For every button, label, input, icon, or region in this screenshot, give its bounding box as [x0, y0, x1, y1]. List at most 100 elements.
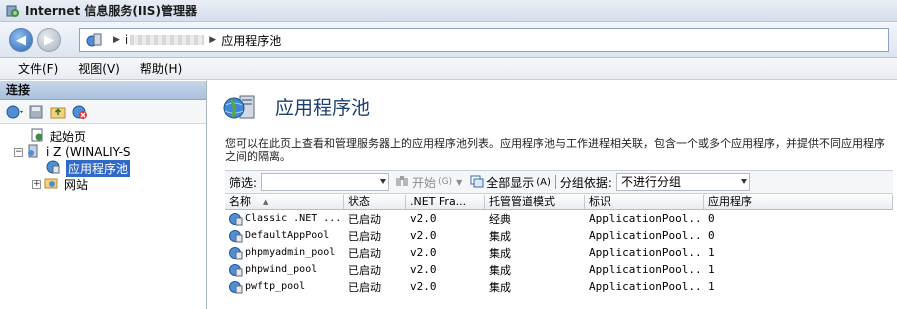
table-row[interactable]: phpmyadmin_pool 已启动 v2.0 集成 ApplicationPool.… — [225, 244, 893, 261]
app-pools-large-icon — [222, 92, 262, 122]
app-pool-icon — [229, 229, 243, 243]
tree-label: 起始页 — [50, 129, 87, 144]
cell-identity: ApplicationPool... — [589, 246, 704, 259]
cell-name: phpmyadmin_pool — [225, 245, 344, 260]
app-pool-icon — [229, 263, 243, 277]
title-bar: Internet 信息服务(IIS)管理器 — [0, 0, 897, 22]
app-pool-icon — [229, 246, 243, 260]
sites-folder-icon — [44, 176, 60, 192]
table-row[interactable]: Classic .NET ... 已启动 v2.0 经典 ApplicationPool… — [225, 210, 893, 227]
cell-pipeline-mode: 集成 — [489, 280, 511, 294]
cell-identity: ApplicationPool... — [589, 280, 704, 293]
show-all-button[interactable]: 全部显示 (A) — [470, 174, 551, 191]
breadcrumb-chevron-icon[interactable]: ▶ — [209, 35, 216, 45]
cell-state: 已启动 — [348, 229, 381, 243]
menu-file[interactable]: 文件(F) — [8, 60, 68, 77]
save-icon[interactable] — [28, 104, 44, 120]
breadcrumb-server[interactable]: i — [125, 33, 128, 47]
cell-identity: ApplicationPool... — [589, 229, 704, 242]
app-pools-table: 名称 ▲ 状态 .NET Fra... 托管管道模式 标识 应用程序 Class… — [225, 195, 893, 295]
cell-applications: 1 — [708, 263, 715, 276]
column-header-applications[interactable]: 应用程序 — [704, 195, 893, 209]
connect-globe-icon[interactable] — [6, 104, 23, 120]
cell-pipeline-mode: 经典 — [489, 212, 511, 226]
filter-bar: 筛选: 开始 (G) ▼ 全部显示 (A) 分组依据: 不进行分组 — [225, 170, 893, 194]
show-all-hotkey: (A) — [536, 176, 551, 188]
tree-node-sites[interactable]: + 网站 — [32, 176, 88, 192]
column-header-name[interactable]: 名称 ▲ — [225, 195, 344, 209]
start-label: 开始 — [412, 175, 437, 190]
cell-pipeline-mode: 集成 — [489, 263, 511, 277]
back-arrow-icon: ◀ — [16, 32, 26, 48]
tree-label: i Z (WINALIY-S — [46, 145, 131, 159]
disconnect-icon[interactable] — [72, 104, 88, 120]
cell-name: Classic .NET ... — [225, 211, 344, 226]
dropdown-arrow-icon[interactable] — [380, 179, 387, 184]
menu-help[interactable]: 帮助(H) — [130, 60, 192, 77]
cell-identity: ApplicationPool... — [589, 263, 704, 276]
page-title: 应用程序池 — [275, 97, 371, 119]
forward-button[interactable]: ▶ — [37, 28, 61, 52]
menu-view[interactable]: 视图(V) — [68, 60, 130, 77]
column-header-identity[interactable]: 标识 — [585, 195, 704, 209]
cell-state: 已启动 — [348, 212, 381, 226]
cell-net-framework: v2.0 — [410, 212, 437, 225]
dropdown-arrow-icon[interactable] — [740, 179, 747, 184]
back-button[interactable]: ◀ — [9, 28, 33, 52]
redacted-hostname — [130, 35, 205, 45]
breadcrumb-chevron-icon[interactable]: ▶ — [113, 35, 120, 45]
app-pool-icon — [229, 212, 243, 226]
table-row[interactable]: phpwind_pool 已启动 v2.0 集成 ApplicationPool... 1 — [225, 261, 893, 278]
server-globe-icon — [86, 32, 102, 48]
main-content: 应用程序池 您可以在此页上查看和管理服务器上的应用程序池列表。应用程序池与工作进… — [208, 81, 897, 309]
tree-node-app-pools[interactable]: 应用程序池 — [46, 159, 131, 177]
server-icon — [26, 144, 42, 160]
show-all-label: 全部显示 — [486, 175, 535, 190]
tree-label: 网站 — [64, 177, 89, 192]
app-pools-icon — [46, 160, 62, 176]
table-body: Classic .NET ... 已启动 v2.0 经典 ApplicationPool… — [225, 210, 893, 295]
cell-name: DefaultAppPool — [225, 228, 344, 243]
tree-node-server[interactable]: − i Z (WINALIY-S — [14, 144, 131, 160]
up-folder-icon[interactable] — [50, 104, 66, 120]
breadcrumb-current[interactable]: 应用程序池 — [221, 32, 281, 49]
group-by-select[interactable]: 不进行分组 — [615, 173, 750, 191]
start-page-icon — [30, 128, 46, 144]
column-header-pipeline-mode[interactable]: 托管管道模式 — [485, 195, 585, 209]
iis-manager-icon — [6, 4, 20, 18]
cell-name: phpwind_pool — [225, 262, 344, 277]
collapse-icon[interactable]: − — [14, 147, 23, 157]
expand-icon[interactable]: + — [32, 179, 41, 189]
page-description: 您可以在此页上查看和管理服务器上的应用程序池列表。应用程序池与工作进程相关联，包… — [225, 137, 885, 163]
table-row[interactable]: pwftp_pool 已启动 v2.0 集成 ApplicationPool... 1 — [225, 278, 893, 295]
cell-identity: ApplicationPool... — [589, 212, 704, 225]
sort-ascending-icon: ▲ — [263, 198, 269, 206]
address-box[interactable]: ▶ i ▶ 应用程序池 — [79, 28, 889, 52]
connections-toolbar — [0, 100, 206, 124]
cell-applications: 0 — [708, 212, 715, 225]
cell-name: pwftp_pool — [225, 279, 344, 294]
table-row[interactable]: DefaultAppPool 已启动 v2.0 集成 ApplicationPool..… — [225, 227, 893, 244]
cell-net-framework: v2.0 — [410, 263, 437, 276]
start-hotkey: (G) — [438, 177, 453, 187]
cell-net-framework: v2.0 — [410, 246, 437, 259]
group-by-value: 不进行分组 — [620, 175, 681, 189]
show-all-icon — [470, 174, 484, 191]
start-dropdown-icon[interactable]: ▼ — [456, 178, 462, 187]
cell-applications: 1 — [708, 280, 715, 293]
cell-state: 已启动 — [348, 263, 381, 277]
table-header: 名称 ▲ 状态 .NET Fra... 托管管道模式 标识 应用程序 — [225, 195, 893, 210]
tree-label: 应用程序池 — [66, 159, 131, 177]
start-filter-button[interactable]: 开始 (G) ▼ — [395, 174, 462, 191]
app-pool-icon — [229, 280, 243, 294]
forward-arrow-icon: ▶ — [44, 32, 54, 48]
filter-label: 筛选: — [229, 175, 258, 190]
window-title: Internet 信息服务(IIS)管理器 — [25, 4, 197, 18]
start-icon — [395, 175, 409, 190]
tree-node-start-page[interactable]: 起始页 — [30, 128, 86, 144]
column-header-state[interactable]: 状态 — [344, 195, 406, 209]
column-header-net-framework[interactable]: .NET Fra... — [406, 195, 485, 209]
filter-input[interactable] — [261, 173, 390, 191]
cell-pipeline-mode: 集成 — [489, 246, 511, 260]
cell-net-framework: v2.0 — [410, 229, 437, 242]
